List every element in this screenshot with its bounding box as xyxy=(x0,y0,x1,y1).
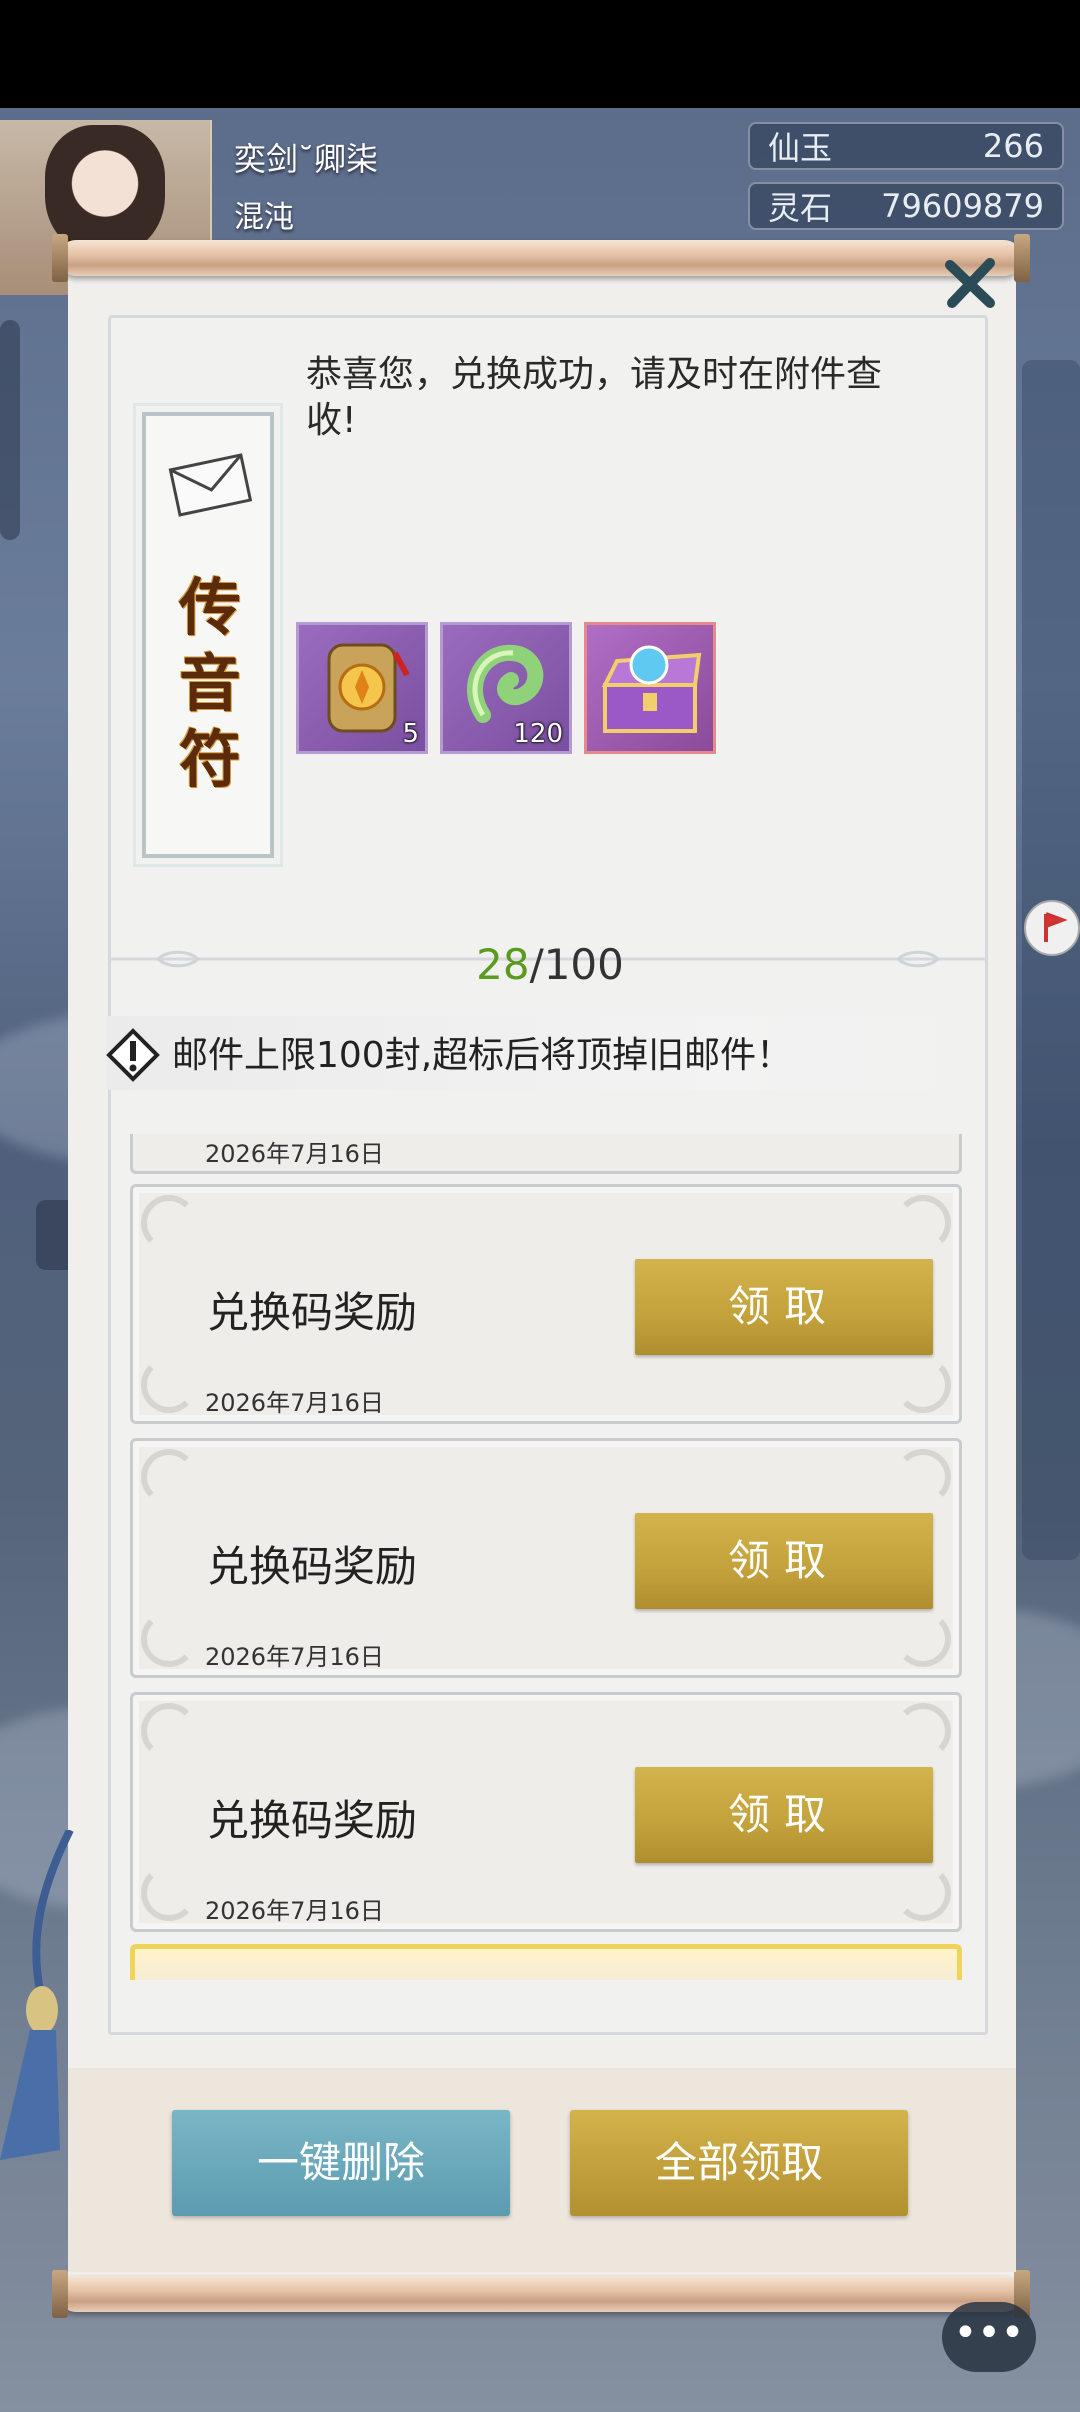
mail-title: 兑换码奖励 xyxy=(207,1796,418,1845)
reward-count: 5 xyxy=(402,719,419,749)
delete-all-button[interactable]: 一键删除 xyxy=(172,2110,510,2216)
list-item[interactable]: 兑换码奖励 领取 2026年7月16日 xyxy=(130,1692,962,1932)
tassel-decoration xyxy=(0,1828,100,2210)
mail-message: 恭喜您，兑换成功，请及时在附件查收! xyxy=(306,354,883,441)
resource-label: 灵石 xyxy=(768,189,833,227)
chat-button[interactable]: ••• xyxy=(942,2302,1036,2372)
list-item[interactable]: 2026年7月16日 xyxy=(130,1134,962,1174)
right-side-menu xyxy=(1022,360,1080,1560)
reward-slot[interactable] xyxy=(584,622,716,754)
status-bar xyxy=(0,0,1080,108)
scroll-rod-cap xyxy=(52,2270,68,2318)
talisman-char: 传 xyxy=(178,571,241,644)
left-side-menu xyxy=(0,320,20,540)
mail-date: 2026年7月16日 xyxy=(205,1140,384,1168)
warning-icon xyxy=(106,1028,160,1082)
mail-date: 2026年7月16日 xyxy=(205,1643,384,1671)
reward-slot[interactable]: 5 xyxy=(296,622,428,754)
list-item[interactable]: 兑换码奖励 领取 2026年7月16日 xyxy=(130,1438,962,1678)
player-realm: 混沌 xyxy=(234,200,294,235)
flag-icon[interactable] xyxy=(1024,900,1080,956)
mail-count: 28/100 xyxy=(400,940,700,989)
treasure-chest-icon xyxy=(601,645,702,733)
list-item-selected[interactable] xyxy=(130,1944,962,1980)
mail-date: 2026年7月16日 xyxy=(205,1897,384,1925)
scroll-rod-bottom xyxy=(58,2276,1022,2312)
claim-button[interactable]: 领取 xyxy=(635,1259,933,1355)
claim-button[interactable]: 领取 xyxy=(635,1767,933,1863)
reward-count: 120 xyxy=(513,719,563,749)
reward-slot[interactable]: 120 xyxy=(440,622,572,754)
resource-value: 266 xyxy=(982,127,1044,165)
resource-label: 仙玉 xyxy=(768,129,833,167)
mail-date: 2026年7月16日 xyxy=(205,1389,384,1417)
mail-count-max: /100 xyxy=(529,940,624,989)
claim-button[interactable]: 领取 xyxy=(635,1513,933,1609)
player-name: 奕剑˘卿柒 xyxy=(234,140,379,178)
notice-text: 邮件上限100封,超标后将顶掉旧邮件！ xyxy=(172,1035,793,1076)
claim-all-button[interactable]: 全部领取 xyxy=(570,2110,908,2216)
close-button[interactable] xyxy=(942,255,998,311)
envelope-icon xyxy=(168,448,253,518)
mail-list[interactable]: 2026年7月16日 兑换码奖励 领取 2026年7月16日 兑换码奖励 领取 … xyxy=(128,1134,966,1980)
scroll-rod-cap xyxy=(1014,234,1030,282)
talisman-char: 音 xyxy=(178,647,241,720)
resource-value: 79609879 xyxy=(881,187,1044,225)
list-item[interactable]: 兑换码奖励 领取 2026年7月16日 xyxy=(130,1184,962,1424)
scroll-rod-top xyxy=(58,240,1022,276)
chat-icon: ••• xyxy=(953,2310,1025,2356)
mail-count-current: 28 xyxy=(476,940,530,989)
mail-title: 兑换码奖励 xyxy=(207,1288,418,1337)
talisman-char: 符 xyxy=(178,723,241,796)
close-icon xyxy=(945,258,995,308)
resource-lingshi: 灵石 79609879 xyxy=(748,182,1064,230)
resource-xianyu: 仙玉 266 xyxy=(748,122,1064,170)
scroll-rod-cap xyxy=(52,234,68,282)
mail-title: 兑换码奖励 xyxy=(207,1542,418,1591)
